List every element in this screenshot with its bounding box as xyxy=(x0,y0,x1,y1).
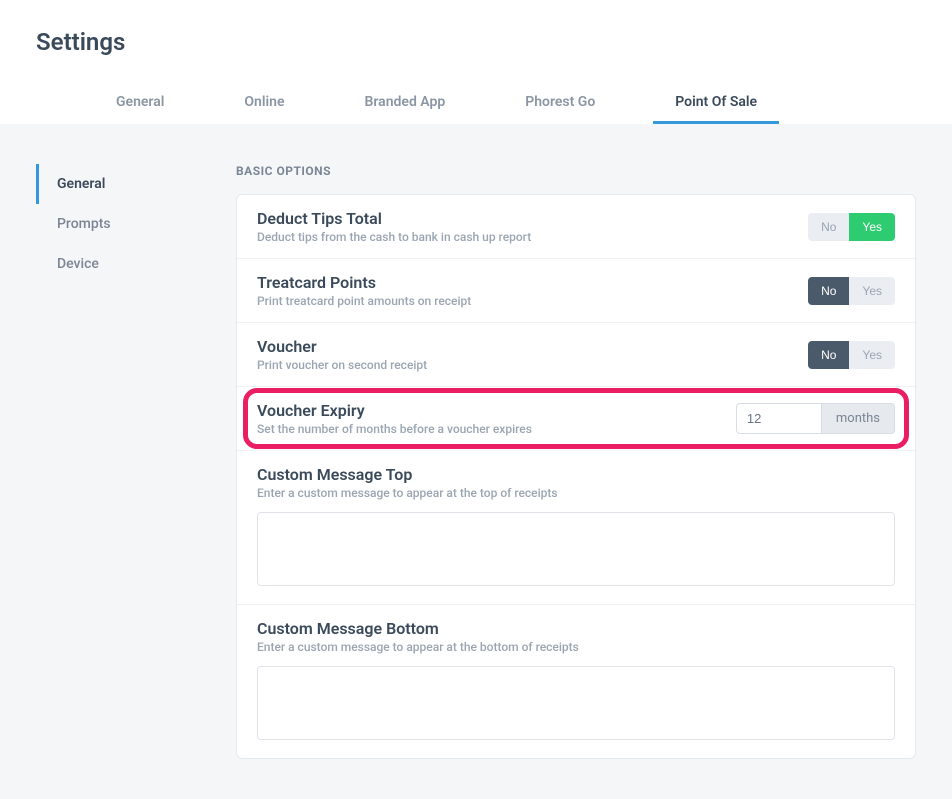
voucher-desc: Print voucher on second receipt xyxy=(257,358,808,372)
sidebar-item-prompts[interactable]: Prompts xyxy=(36,204,216,244)
row-treatcard: Treatcard Points Print treatcard point a… xyxy=(237,259,915,323)
treatcard-yes[interactable]: Yes xyxy=(849,277,895,305)
treatcard-desc: Print treatcard point amounts on receipt xyxy=(257,294,808,308)
treatcard-toggle: No Yes xyxy=(808,277,895,305)
top-tabs: General Online Branded App Phorest Go Po… xyxy=(36,80,916,124)
deduct-tips-no[interactable]: No xyxy=(808,213,849,241)
voucher-title: Voucher xyxy=(257,337,808,356)
voucher-expiry-input[interactable] xyxy=(736,403,822,434)
options-panel: Deduct Tips Total Deduct tips from the c… xyxy=(236,194,916,759)
voucher-expiry-unit: months xyxy=(822,403,895,434)
row-voucher-expiry: Voucher Expiry Set the number of months … xyxy=(237,387,915,451)
sidebar-item-device[interactable]: Device xyxy=(36,244,216,284)
custom-top-desc: Enter a custom message to appear at the … xyxy=(257,486,895,500)
deduct-tips-desc: Deduct tips from the cash to bank in cas… xyxy=(257,230,808,244)
tab-phorest-go[interactable]: Phorest Go xyxy=(485,80,635,124)
custom-top-title: Custom Message Top xyxy=(257,465,895,484)
tab-branded-app[interactable]: Branded App xyxy=(325,80,486,124)
voucher-expiry-title: Voucher Expiry xyxy=(257,401,736,420)
voucher-yes[interactable]: Yes xyxy=(849,341,895,369)
page-title: Settings xyxy=(36,28,916,56)
treatcard-title: Treatcard Points xyxy=(257,273,808,292)
custom-bottom-textarea[interactable] xyxy=(257,666,895,740)
tab-point-of-sale[interactable]: Point Of Sale xyxy=(635,80,797,124)
row-deduct-tips: Deduct Tips Total Deduct tips from the c… xyxy=(237,195,915,259)
sidebar: General Prompts Device xyxy=(36,164,236,759)
deduct-tips-toggle: No Yes xyxy=(808,213,895,241)
row-voucher: Voucher Print voucher on second receipt … xyxy=(237,323,915,387)
row-custom-bottom: Custom Message Bottom Enter a custom mes… xyxy=(237,605,915,758)
custom-bottom-desc: Enter a custom message to appear at the … xyxy=(257,640,895,654)
treatcard-no[interactable]: No xyxy=(808,277,849,305)
tab-general[interactable]: General xyxy=(76,80,204,124)
row-custom-top: Custom Message Top Enter a custom messag… xyxy=(237,451,915,605)
section-header: BASIC OPTIONS xyxy=(236,164,916,178)
deduct-tips-title: Deduct Tips Total xyxy=(257,209,808,228)
voucher-expiry-desc: Set the number of months before a vouche… xyxy=(257,422,736,436)
custom-bottom-title: Custom Message Bottom xyxy=(257,619,895,638)
voucher-toggle: No Yes xyxy=(808,341,895,369)
voucher-expiry-input-group: months xyxy=(736,403,895,434)
custom-top-textarea[interactable] xyxy=(257,512,895,586)
tab-online[interactable]: Online xyxy=(204,80,324,124)
voucher-no[interactable]: No xyxy=(808,341,849,369)
sidebar-item-general[interactable]: General xyxy=(36,164,216,204)
deduct-tips-yes[interactable]: Yes xyxy=(849,213,895,241)
